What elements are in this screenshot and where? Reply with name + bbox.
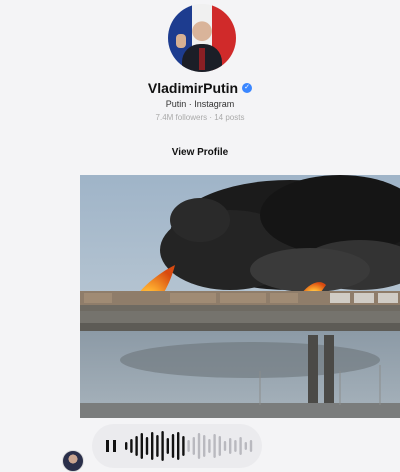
waveform-bar	[249, 440, 253, 452]
profile-avatar[interactable]	[168, 4, 236, 72]
shared-image[interactable]	[80, 175, 400, 418]
waveform-bar	[156, 435, 159, 457]
waveform[interactable]	[124, 430, 254, 462]
waveform-bar	[213, 434, 216, 458]
voice-message-row	[0, 420, 400, 472]
bridge-fire-image	[80, 175, 400, 418]
profile-stats: 7.4M followers · 14 posts	[155, 113, 245, 122]
waveform-bar	[239, 437, 242, 455]
waveform-bar	[161, 431, 164, 461]
waveform-bar	[182, 436, 185, 456]
waveform-bar	[203, 435, 206, 457]
waveform-bar	[187, 440, 190, 452]
view-profile-button[interactable]: View Profile	[160, 144, 240, 160]
waveform-bar	[218, 436, 221, 456]
waveform-bar	[130, 439, 133, 453]
profile-username[interactable]: VladimirPutin	[148, 80, 238, 96]
waveform-bar	[223, 441, 227, 451]
pause-icon[interactable]	[106, 440, 116, 452]
waveform-bar	[234, 440, 237, 452]
waveform-bar	[166, 438, 169, 454]
waveform-bar	[140, 433, 143, 459]
waveform-bar	[229, 438, 232, 454]
username-row: VladimirPutin ✓	[0, 80, 400, 96]
verified-badge-icon: ✓	[242, 83, 253, 93]
avatar-hand	[176, 34, 186, 48]
waveform-bar	[244, 442, 247, 450]
avatar-tie	[199, 48, 205, 70]
sender-avatar[interactable]	[62, 450, 84, 472]
profile-subtitle: Putin · Instagram	[165, 99, 235, 109]
waveform-bar	[125, 442, 128, 450]
waveform-bar	[208, 439, 211, 453]
waveform-bar	[192, 437, 195, 455]
waveform-bar	[177, 432, 180, 460]
waveform-bar	[197, 433, 201, 459]
waveform-bar	[135, 436, 138, 456]
waveform-bar	[171, 434, 175, 458]
waveform-bar	[151, 432, 154, 460]
voice-message-bubble[interactable]	[92, 424, 262, 468]
shared-profile-card: VladimirPutin ✓ Putin · Instagram 7.4M f…	[0, 0, 400, 170]
waveform-bar	[145, 437, 149, 455]
